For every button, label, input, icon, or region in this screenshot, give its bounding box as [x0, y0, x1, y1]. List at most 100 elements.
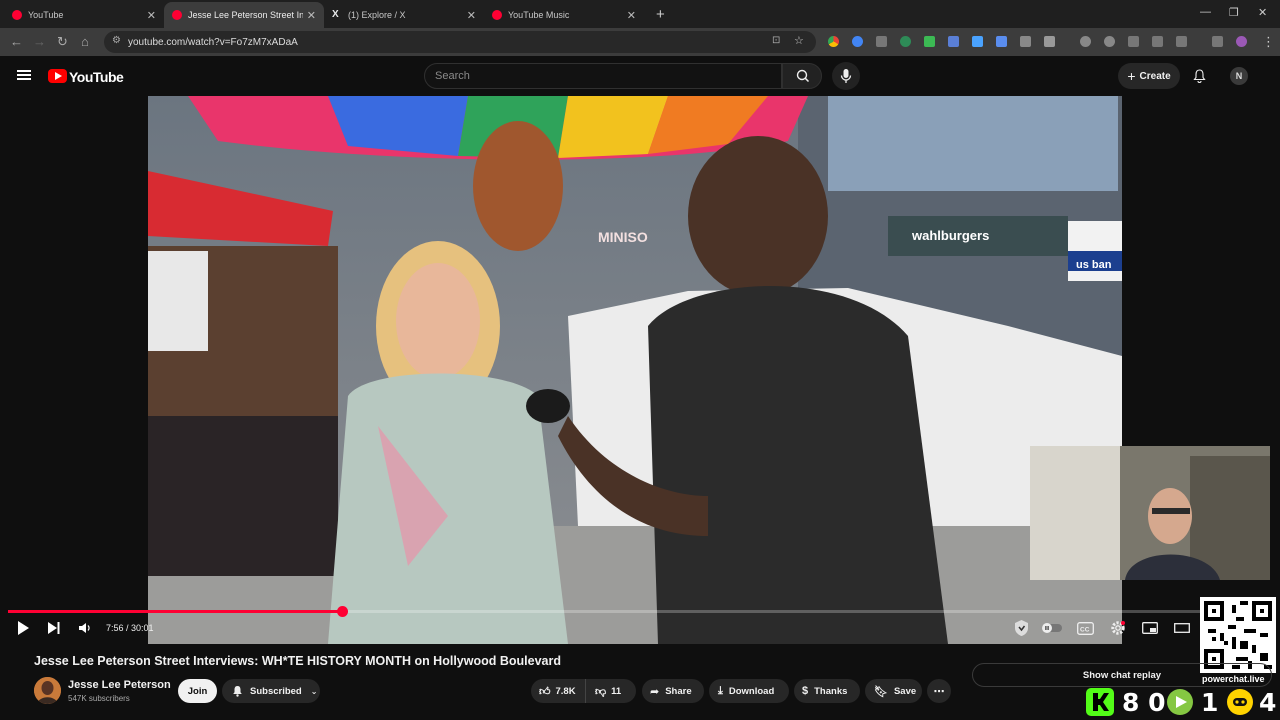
tab-title: Jesse Lee Peterson Street Interv	[188, 10, 303, 20]
browser-tab-youtube-music[interactable]: YouTube Music ✕	[484, 2, 644, 28]
channel-avatar[interactable]	[34, 677, 61, 704]
tab-title: YouTube Music	[508, 10, 570, 20]
youtube-logo-text[interactable]: YouTube	[69, 69, 124, 85]
close-tab-icon[interactable]: ✕	[627, 9, 636, 22]
restore-icon[interactable]: ❐	[1229, 6, 1239, 19]
create-label: Create	[1139, 70, 1171, 82]
chat-replay-label: Show chat replay	[1082, 669, 1162, 681]
reload-icon[interactable]: ↻	[57, 34, 68, 50]
search-input[interactable]: Search	[424, 63, 782, 89]
browser-tab-x[interactable]: X (1) Explore / X ✕	[324, 2, 484, 28]
youtube-favicon-icon	[12, 10, 22, 20]
dlive-logo-icon	[1227, 689, 1253, 715]
site-info-icon[interactable]: ⚙	[112, 35, 121, 46]
extension-audio-icon[interactable]	[972, 36, 983, 47]
captions-icon[interactable]: CC	[1077, 622, 1094, 635]
show-chat-replay-button[interactable]: Show chat replay	[972, 663, 1272, 687]
new-tab-icon[interactable]: +	[656, 6, 665, 23]
extension-blue-icon[interactable]	[852, 36, 863, 47]
guide-menu-icon[interactable]	[17, 70, 31, 80]
extension-bitwarden-icon[interactable]	[996, 36, 1007, 47]
progress-bar[interactable]	[8, 606, 1272, 617]
youtube-logo-icon[interactable]	[48, 69, 67, 83]
settings-gear-icon[interactable]	[1110, 620, 1126, 636]
subscriber-count: 547K subscribers	[68, 694, 130, 703]
side-panel-icon[interactable]	[1176, 36, 1187, 47]
plus-icon: +	[1127, 68, 1136, 84]
sponsor-shield-icon[interactable]	[1013, 619, 1030, 637]
theater-mode-icon[interactable]	[1174, 623, 1190, 633]
dislike-button[interactable]: 👎︎ 11	[586, 679, 621, 703]
qr-code-image	[1200, 597, 1276, 673]
extension-glasses-icon[interactable]	[876, 36, 887, 47]
search-placeholder: Search	[435, 70, 470, 82]
volume-icon[interactable]	[78, 622, 92, 634]
bookmark-star-icon[interactable]: ☆	[794, 34, 804, 47]
browser-tab-video[interactable]: Jesse Lee Peterson Street Interv ✕	[164, 2, 324, 28]
microphone-icon	[840, 69, 852, 83]
channel-avatar-image	[34, 677, 61, 704]
channel-name[interactable]: Jesse Lee Peterson	[68, 679, 171, 691]
storefront-sign-wahlburgers: wahlburgers	[911, 228, 989, 243]
back-icon[interactable]: ←	[10, 34, 23, 49]
browser-tab-strip: YouTube ✕ Jesse Lee Peterson Street Inte…	[0, 0, 1280, 28]
more-horizontal-icon: ⋯	[933, 685, 945, 698]
extension-window-icon[interactable]	[948, 36, 959, 47]
close-tab-icon[interactable]: ✕	[467, 9, 476, 22]
home-icon[interactable]: ⌂	[81, 34, 89, 49]
like-count: 7.8K	[555, 685, 576, 697]
account-avatar[interactable]: N	[1230, 67, 1248, 85]
kick-logo-icon	[1086, 688, 1114, 716]
profile-avatar-icon[interactable]	[1236, 36, 1247, 47]
time-display: 7:56 / 30:01	[106, 623, 154, 633]
download-label: Download	[728, 685, 775, 697]
close-tab-icon[interactable]: ✕	[147, 9, 156, 22]
extension-globe-icon[interactable]	[900, 36, 911, 47]
account-avatar-letter: N	[1235, 71, 1243, 81]
voice-search-button[interactable]	[832, 62, 860, 90]
url-text: youtube.com/watch?v=Fo7zM7xADaA	[128, 36, 298, 48]
progress-scrubber-handle[interactable]	[336, 606, 348, 617]
subscribed-button[interactable]: Subscribed ⌄	[222, 679, 320, 703]
rumble-viewer-count: 1	[1201, 688, 1219, 717]
thanks-button[interactable]: $ Thanks	[794, 679, 860, 703]
next-video-icon[interactable]	[47, 621, 61, 635]
notifications-bell-icon[interactable]	[1193, 69, 1206, 83]
browser-menu-icon[interactable]: ⋮	[1262, 34, 1275, 50]
address-bar[interactable]: ⚙ youtube.com/watch?v=Fo7zM7xADaA ⊡ ☆	[104, 31, 816, 53]
like-button[interactable]: 👍︎ 7.8K	[531, 679, 586, 703]
minimize-icon[interactable]: —	[1200, 6, 1211, 18]
browser-tab-youtube[interactable]: YouTube ✕	[4, 2, 164, 28]
tab-search-icon[interactable]	[1212, 36, 1223, 47]
reading-list-icon[interactable]	[1152, 36, 1163, 47]
download-button[interactable]: ⤓ Download	[709, 679, 789, 703]
close-window-icon[interactable]: ✕	[1258, 6, 1267, 19]
extension-gear-icon[interactable]	[1104, 36, 1115, 47]
extension-shield-icon[interactable]	[924, 36, 935, 47]
create-button[interactable]: + Create	[1118, 63, 1180, 89]
autoplay-toggle[interactable]	[1042, 623, 1062, 633]
rumble-logo-icon	[1167, 689, 1193, 715]
extensions-puzzle-icon[interactable]	[1044, 36, 1055, 47]
close-tab-icon[interactable]: ✕	[307, 9, 316, 22]
extension-tool-icon[interactable]	[1020, 36, 1031, 47]
save-button[interactable]: 🔖︎ Save	[865, 679, 922, 703]
video-frame-image: MINISO wahlburgers us ban	[148, 96, 1122, 644]
tab-title: (1) Explore / X	[348, 10, 406, 20]
dlive-viewer-count: 4	[1259, 688, 1277, 717]
video-player[interactable]: MINISO wahlburgers us ban	[148, 96, 1122, 644]
search-button[interactable]	[782, 63, 822, 89]
install-app-icon[interactable]: ⊡	[772, 35, 780, 46]
share-button[interactable]: ➦ Share	[642, 679, 704, 703]
more-actions-button[interactable]: ⋯	[927, 679, 951, 703]
youtube-music-favicon-icon	[492, 10, 502, 20]
history-icon[interactable]	[1080, 36, 1091, 47]
miniplayer-icon[interactable]	[1142, 622, 1158, 634]
join-button[interactable]: Join	[178, 679, 217, 703]
save-label: Save	[893, 685, 917, 697]
save-bookmark-icon: 🔖︎	[874, 685, 888, 698]
extension-chrome-icon[interactable]	[828, 36, 839, 47]
forward-icon[interactable]: →	[33, 34, 46, 49]
devtools-icon[interactable]	[1128, 36, 1139, 47]
play-icon[interactable]	[16, 620, 30, 636]
